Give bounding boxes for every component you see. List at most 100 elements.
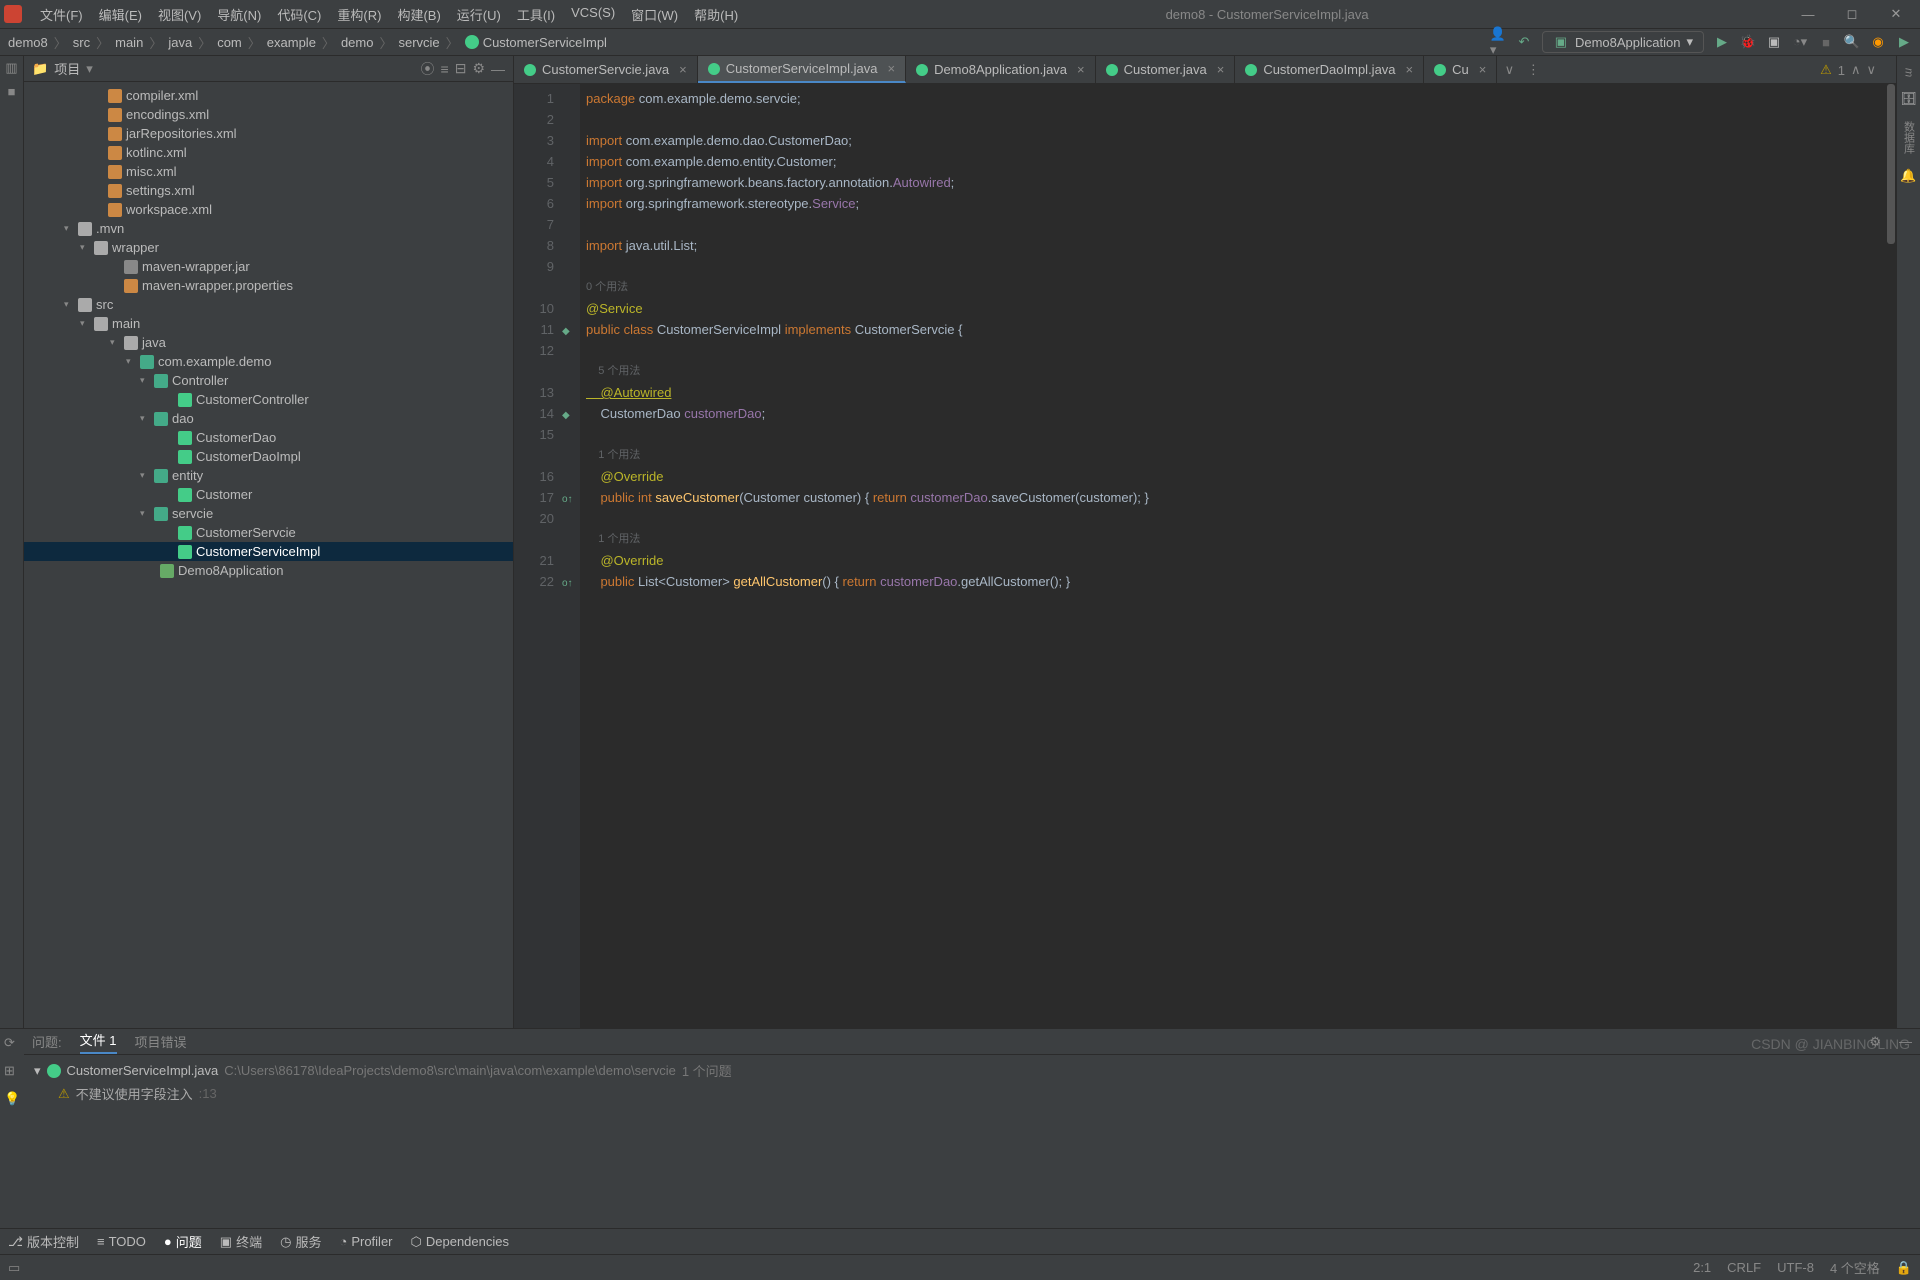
collapse-all-icon[interactable]: ⊟ bbox=[455, 60, 467, 77]
tree-node[interactable]: CustomerServcie bbox=[24, 523, 513, 542]
tree-node[interactable]: CustomerServiceImpl bbox=[24, 542, 513, 561]
close-tab-icon[interactable]: × bbox=[679, 62, 687, 77]
coverage-button[interactable]: ▣ bbox=[1766, 34, 1782, 50]
bottom-tool-终端[interactable]: ▣终端 bbox=[220, 1232, 262, 1251]
close-tab-icon[interactable]: × bbox=[887, 61, 895, 76]
tab-file[interactable]: 文件 1 bbox=[80, 1030, 117, 1054]
problem-file-row[interactable]: ▾ CustomerServiceImpl.java C:\Users\8617… bbox=[34, 1061, 1910, 1080]
notifications-icon[interactable]: 🔔 bbox=[1900, 168, 1916, 184]
gear-icon[interactable]: ⚙ bbox=[472, 60, 485, 77]
bottom-tool-问题[interactable]: ●问题 bbox=[164, 1232, 202, 1251]
stop-button[interactable]: ■ bbox=[1818, 34, 1834, 50]
tabs-more-icon[interactable]: ∨ bbox=[1497, 56, 1521, 83]
vcs-add-icon[interactable]: 👤▾ bbox=[1490, 34, 1506, 50]
bottom-tool-版本控制[interactable]: ⎇版本控制 bbox=[8, 1232, 79, 1251]
lock-icon[interactable]: 🔒 bbox=[1896, 1260, 1912, 1276]
tree-node[interactable]: ▾entity bbox=[24, 466, 513, 485]
menu-item[interactable]: 编辑(E) bbox=[91, 3, 150, 26]
tree-node[interactable]: maven-wrapper.jar bbox=[24, 257, 513, 276]
tree-node[interactable]: ▾dao bbox=[24, 409, 513, 428]
menu-item[interactable]: 导航(N) bbox=[209, 3, 269, 26]
tree-node[interactable]: ▾wrapper bbox=[24, 238, 513, 257]
database-icon[interactable]: 🗄 bbox=[1900, 91, 1917, 107]
dropdown-icon[interactable]: ▾ bbox=[86, 61, 93, 77]
tree-node[interactable]: compiler.xml bbox=[24, 86, 513, 105]
tree-node[interactable]: CustomerController bbox=[24, 390, 513, 409]
code-editor[interactable]: 1234567891011121314151617202122 ◆◆o↑o↑ p… bbox=[514, 84, 1896, 1028]
close-window-button[interactable]: ✕ bbox=[1876, 6, 1916, 22]
bulb-icon[interactable]: 💡 bbox=[0, 1085, 24, 1113]
editor-tab[interactable]: CustomerServcie.java× bbox=[514, 56, 698, 83]
menu-item[interactable]: VCS(S) bbox=[563, 3, 623, 26]
filter-icon[interactable]: ⊞ bbox=[0, 1057, 24, 1085]
breadcrumb-item[interactable]: servcie bbox=[398, 35, 439, 50]
run-config-selector[interactable]: ▣ Demo8Application ▾ bbox=[1542, 31, 1704, 53]
debug-button[interactable]: 🐞 bbox=[1740, 34, 1756, 50]
editor-tab[interactable]: Cu× bbox=[1424, 56, 1497, 83]
profile-button[interactable]: ◔▾ bbox=[1792, 34, 1808, 50]
tree-node[interactable]: settings.xml bbox=[24, 181, 513, 200]
more-icon[interactable]: ▶ bbox=[1896, 34, 1912, 50]
tree-node[interactable]: Customer bbox=[24, 485, 513, 504]
editor-tab[interactable]: Demo8Application.java× bbox=[906, 56, 1096, 83]
bookmarks-icon[interactable]: ■ bbox=[8, 84, 16, 99]
indent-info[interactable]: 4 个空格 bbox=[1830, 1258, 1880, 1277]
close-tab-icon[interactable]: × bbox=[1217, 62, 1225, 77]
expand-all-icon[interactable]: ≡ bbox=[441, 61, 449, 77]
refresh-icon[interactable]: ⟳ bbox=[0, 1029, 24, 1057]
menu-item[interactable]: 帮助(H) bbox=[686, 3, 746, 26]
menu-item[interactable]: 文件(F) bbox=[32, 3, 91, 26]
ide-settings-icon[interactable]: ◉ bbox=[1870, 34, 1886, 50]
bottom-tool-Dependencies[interactable]: ⬡Dependencies bbox=[411, 1234, 509, 1250]
editor-scrollbar[interactable] bbox=[1886, 84, 1896, 1028]
run-button[interactable]: ▶ bbox=[1714, 34, 1730, 50]
tabs-more-icon[interactable]: ⋮ bbox=[1521, 56, 1545, 83]
bottom-tool-TODO[interactable]: ≡TODO bbox=[97, 1234, 146, 1249]
editor-tab[interactable]: CustomerDaoImpl.java× bbox=[1235, 56, 1424, 83]
search-icon[interactable]: 🔍 bbox=[1844, 34, 1860, 50]
close-tab-icon[interactable]: × bbox=[1406, 62, 1414, 77]
tree-node[interactable]: ▾.mvn bbox=[24, 219, 513, 238]
maximize-button[interactable]: ◻ bbox=[1832, 6, 1872, 22]
bottom-tool-Profiler[interactable]: ◔Profiler bbox=[339, 1234, 392, 1249]
problem-item[interactable]: ⚠ 不建议使用字段注入 :13 bbox=[34, 1084, 1910, 1103]
tab-project-errors[interactable]: 项目错误 bbox=[135, 1032, 187, 1051]
tree-node[interactable]: ▾src bbox=[24, 295, 513, 314]
tree-node[interactable]: jarRepositories.xml bbox=[24, 124, 513, 143]
breadcrumb-item[interactable]: example bbox=[267, 35, 316, 50]
breadcrumb-item[interactable]: com bbox=[217, 35, 242, 50]
tree-node[interactable]: misc.xml bbox=[24, 162, 513, 181]
breadcrumb-item[interactable]: java bbox=[168, 35, 192, 50]
tree-node[interactable]: ▾servcie bbox=[24, 504, 513, 523]
line-separator[interactable]: CRLF bbox=[1727, 1260, 1761, 1275]
menu-item[interactable]: 窗口(W) bbox=[623, 3, 686, 26]
prev-highlight-icon[interactable]: ∧ bbox=[1851, 62, 1861, 78]
project-tree[interactable]: compiler.xmlencodings.xmljarRepositories… bbox=[24, 82, 513, 1028]
bottom-tool-服务[interactable]: ◷服务 bbox=[280, 1232, 321, 1251]
caret-position[interactable]: 2:1 bbox=[1693, 1260, 1711, 1275]
menu-item[interactable]: 代码(C) bbox=[269, 3, 329, 26]
code-content[interactable]: package com.example.demo.servcie; import… bbox=[580, 84, 1896, 1028]
undo-icon[interactable]: ↶ bbox=[1516, 34, 1532, 50]
tree-node[interactable]: encodings.xml bbox=[24, 105, 513, 124]
breadcrumb-item[interactable]: demo8 bbox=[8, 35, 48, 50]
breadcrumb-item[interactable]: main bbox=[115, 35, 143, 50]
editor-tab[interactable]: Customer.java× bbox=[1096, 56, 1236, 83]
tree-node[interactable]: ▾main bbox=[24, 314, 513, 333]
tree-node[interactable]: ▾Controller bbox=[24, 371, 513, 390]
menu-item[interactable]: 工具(I) bbox=[509, 3, 563, 26]
minimize-button[interactable]: — bbox=[1788, 7, 1828, 22]
next-highlight-icon[interactable]: ∨ bbox=[1866, 62, 1876, 78]
tree-node[interactable]: ▾com.example.demo bbox=[24, 352, 513, 371]
editor-tab[interactable]: CustomerServiceImpl.java× bbox=[698, 56, 906, 83]
tree-node[interactable]: Demo8Application bbox=[24, 561, 513, 580]
tree-node[interactable]: maven-wrapper.properties bbox=[24, 276, 513, 295]
select-opened-icon[interactable]: ⦿ bbox=[421, 59, 435, 79]
tree-node[interactable]: CustomerDao bbox=[24, 428, 513, 447]
structure-icon[interactable]: ▥ bbox=[5, 60, 17, 76]
hide-panel-icon[interactable]: — bbox=[491, 61, 505, 77]
menu-item[interactable]: 视图(V) bbox=[150, 3, 209, 26]
tree-node[interactable]: CustomerDaoImpl bbox=[24, 447, 513, 466]
tree-node[interactable]: workspace.xml bbox=[24, 200, 513, 219]
maven-tab[interactable]: m bbox=[1903, 62, 1915, 83]
